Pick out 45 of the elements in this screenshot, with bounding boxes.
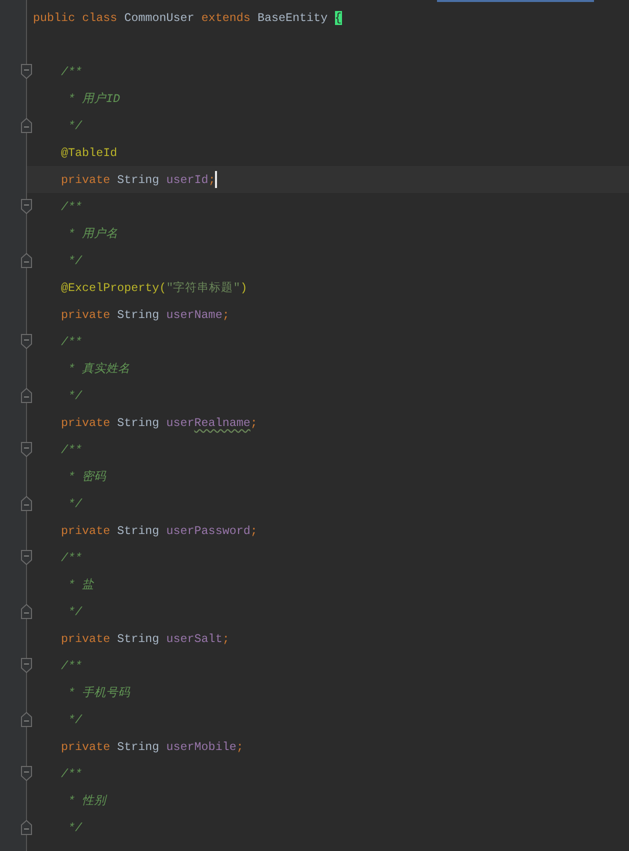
code-line: private String userSalt; bbox=[61, 632, 230, 646]
code-line: /** bbox=[61, 658, 82, 672]
fold-icon[interactable] bbox=[21, 253, 32, 268]
code-line: @TableId bbox=[61, 146, 118, 160]
code-line: * 密码 bbox=[67, 469, 106, 484]
fold-icon[interactable] bbox=[21, 604, 32, 619]
code-line: */ bbox=[67, 254, 82, 268]
code-line: * 用户ID bbox=[67, 91, 120, 106]
code-line: public class CommonUser extends BaseEntity { bbox=[33, 10, 342, 24]
code-line: * 真实姓名 bbox=[67, 361, 130, 376]
fold-icon[interactable] bbox=[21, 118, 32, 133]
code-line: /** bbox=[61, 550, 82, 564]
code-line: * 手机号码 bbox=[67, 685, 130, 700]
fold-icon[interactable] bbox=[21, 820, 32, 835]
code-line: * 性别 bbox=[67, 793, 106, 808]
code-line: */ bbox=[67, 118, 82, 132]
code-line: * 盐 bbox=[67, 577, 94, 592]
code-line: /** bbox=[61, 64, 82, 78]
fold-icon[interactable] bbox=[21, 388, 32, 403]
fold-icon[interactable] bbox=[21, 496, 32, 511]
fold-icon[interactable] bbox=[21, 64, 32, 79]
code-line: private String userRealname; bbox=[61, 416, 258, 430]
code-line: /** bbox=[61, 766, 82, 780]
fold-icon[interactable] bbox=[21, 550, 32, 565]
code-line: */ bbox=[67, 820, 82, 834]
code-line: /** bbox=[61, 334, 82, 348]
code-line: /** bbox=[61, 442, 82, 456]
text-cursor bbox=[215, 171, 218, 188]
code-line: /** bbox=[61, 200, 82, 214]
fold-icon[interactable] bbox=[21, 658, 32, 673]
code-line: */ bbox=[67, 388, 82, 402]
fold-icon[interactable] bbox=[21, 712, 32, 727]
code-line: */ bbox=[67, 604, 82, 618]
code-line: private String userName; bbox=[61, 308, 230, 322]
code-line: private String userId; bbox=[61, 172, 216, 186]
code-line: @ExcelProperty("字符串标题") bbox=[61, 280, 248, 295]
code-line: */ bbox=[67, 712, 82, 726]
code-line: * 用户名 bbox=[67, 226, 118, 241]
code-line: */ bbox=[67, 496, 82, 510]
fold-icon[interactable] bbox=[21, 334, 32, 349]
fold-icon[interactable] bbox=[21, 199, 32, 214]
fold-icon[interactable] bbox=[21, 442, 32, 457]
fold-icon[interactable] bbox=[21, 766, 32, 781]
code-line: private String userMobile; bbox=[61, 740, 244, 754]
code-line: private String userPassword; bbox=[61, 524, 258, 538]
